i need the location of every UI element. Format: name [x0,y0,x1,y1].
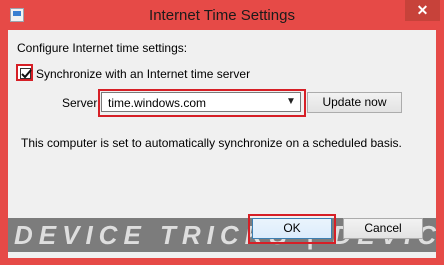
dialog-body: Configure Internet time settings: Synchr… [8,30,436,258]
ok-button[interactable]: OK [252,218,332,239]
server-value: time.windows.com [108,96,207,110]
title-bar: Internet Time Settings ✕ [0,0,444,30]
sync-checkbox-label[interactable]: Synchronize with an Internet time server [36,67,250,81]
configure-label: Configure Internet time settings: [17,41,188,55]
server-label: Server: [62,96,101,110]
cancel-button[interactable]: Cancel [343,218,423,239]
update-now-button[interactable]: Update now [307,92,402,113]
window-title: Internet Time Settings [149,7,295,24]
status-text: This computer is set to automatically sy… [21,136,402,150]
sync-checkbox-highlight [16,64,33,81]
close-button[interactable]: ✕ [405,0,440,21]
server-combobox[interactable]: time.windows.com ▼ [101,92,301,112]
checkmark-icon [21,69,32,79]
sync-checkbox[interactable] [20,68,32,79]
chevron-down-icon[interactable]: ▼ [286,95,296,109]
